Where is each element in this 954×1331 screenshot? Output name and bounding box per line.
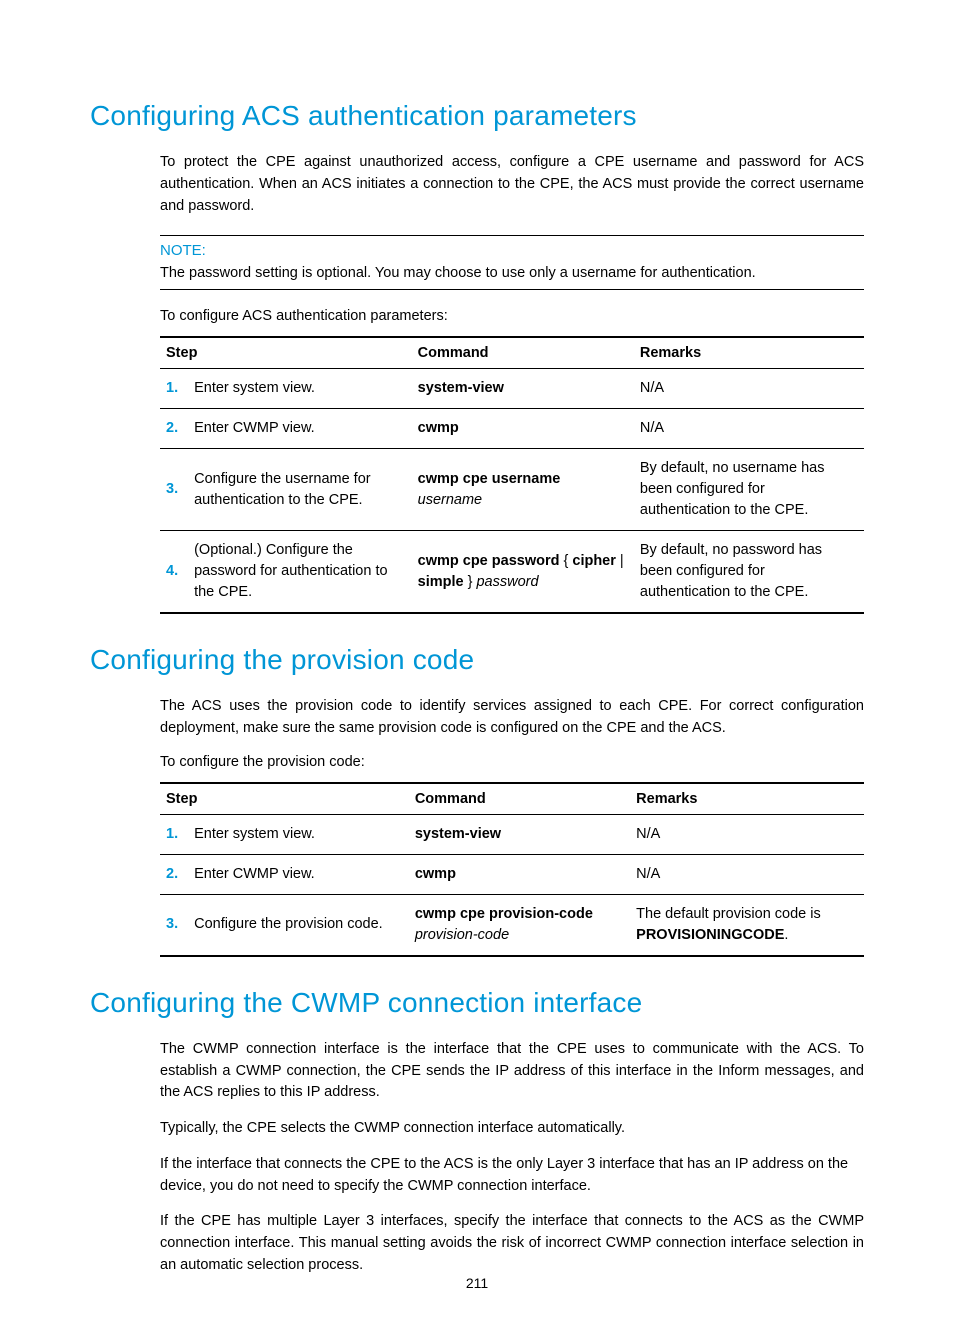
- paragraph: If the CPE has multiple Layer 3 interfac…: [90, 1211, 864, 1276]
- step-number: 2.: [160, 409, 188, 449]
- col-header-remarks: Remarks: [630, 783, 864, 815]
- cmd-text: system-view: [415, 826, 501, 842]
- acs-auth-table: Step Command Remarks 1. Enter system vie…: [160, 336, 864, 614]
- cmd-text: cwmp cpe provision-code: [415, 906, 593, 922]
- step-desc: Configure the provision code.: [188, 894, 409, 956]
- cmd-text: }: [464, 574, 477, 590]
- lead-in-text: To configure the provision code:: [90, 754, 864, 770]
- col-header-step: Step: [160, 337, 412, 369]
- lead-in-text: To configure ACS authentication paramete…: [90, 308, 864, 324]
- step-number: 4.: [160, 531, 188, 614]
- step-number: 1.: [160, 814, 188, 854]
- step-desc: Configure the username for authenticatio…: [188, 449, 412, 531]
- step-remarks: N/A: [634, 369, 864, 409]
- heading-acs-auth: Configuring ACS authentication parameter…: [90, 100, 864, 132]
- step-number: 3.: [160, 894, 188, 956]
- step-desc: Enter system view.: [188, 369, 412, 409]
- note-box: NOTE: The password setting is optional. …: [160, 235, 864, 290]
- paragraph: If the interface that connects the CPE t…: [90, 1154, 864, 1198]
- cmd-text: cwmp: [415, 866, 456, 882]
- provision-code-table: Step Command Remarks 1. Enter system vie…: [160, 782, 864, 957]
- step-command: cwmp cpe provision-code provision-code: [409, 894, 630, 956]
- cmd-text: system-view: [418, 380, 504, 396]
- remarks-text: .: [784, 927, 788, 943]
- step-desc: Enter CWMP view.: [188, 409, 412, 449]
- step-number: 2.: [160, 854, 188, 894]
- step-number: 3.: [160, 449, 188, 531]
- step-remarks: N/A: [630, 814, 864, 854]
- table-row: 1. Enter system view. system-view N/A: [160, 369, 864, 409]
- step-remarks: By default, no password has been configu…: [634, 531, 864, 614]
- table-row: 3. Configure the provision code. cwmp cp…: [160, 894, 864, 956]
- paragraph: Typically, the CPE selects the CWMP conn…: [90, 1118, 864, 1140]
- table-row: 4. (Optional.) Configure the password fo…: [160, 531, 864, 614]
- remarks-text: The default provision code is: [636, 906, 821, 922]
- cmd-text: cwmp cpe username: [418, 471, 561, 487]
- step-remarks: By default, no username has been configu…: [634, 449, 864, 531]
- cmd-text: |: [616, 553, 624, 569]
- cmd-arg: provision-code: [415, 927, 509, 943]
- cmd-arg: username: [418, 492, 482, 508]
- step-command: cwmp cpe password { cipher | simple } pa…: [412, 531, 634, 614]
- step-command: cwmp: [412, 409, 634, 449]
- document-page: Configuring ACS authentication parameter…: [0, 0, 954, 1331]
- table-header-row: Step Command Remarks: [160, 783, 864, 815]
- table-header-row: Step Command Remarks: [160, 337, 864, 369]
- page-number: 211: [0, 1275, 954, 1291]
- cmd-arg: password: [476, 574, 538, 590]
- step-desc: (Optional.) Configure the password for a…: [188, 531, 412, 614]
- step-command: system-view: [412, 369, 634, 409]
- heading-provision-code: Configuring the provision code: [90, 644, 864, 676]
- table-row: 2. Enter CWMP view. cwmp N/A: [160, 409, 864, 449]
- col-header-command: Command: [409, 783, 630, 815]
- cmd-text: cipher: [572, 553, 616, 569]
- heading-cwmp-interface: Configuring the CWMP connection interfac…: [90, 987, 864, 1019]
- paragraph: The CWMP connection interface is the int…: [90, 1039, 864, 1104]
- paragraph: To protect the CPE against unauthorized …: [90, 152, 864, 217]
- note-label: NOTE:: [160, 242, 864, 259]
- remarks-bold: PROVISIONINGCODE: [636, 927, 784, 943]
- step-remarks: N/A: [634, 409, 864, 449]
- cmd-text: cwmp: [418, 420, 459, 436]
- cmd-text: simple: [418, 574, 464, 590]
- step-remarks: N/A: [630, 854, 864, 894]
- step-command: cwmp: [409, 854, 630, 894]
- step-command: system-view: [409, 814, 630, 854]
- table-row: 3. Configure the username for authentica…: [160, 449, 864, 531]
- step-desc: Enter system view.: [188, 814, 409, 854]
- step-command: cwmp cpe username username: [412, 449, 634, 531]
- col-header-command: Command: [412, 337, 634, 369]
- table-row: 1. Enter system view. system-view N/A: [160, 814, 864, 854]
- step-remarks: The default provision code is PROVISIONI…: [630, 894, 864, 956]
- col-header-remarks: Remarks: [634, 337, 864, 369]
- paragraph: The ACS uses the provision code to ident…: [90, 696, 864, 740]
- note-text: The password setting is optional. You ma…: [160, 265, 864, 281]
- table-row: 2. Enter CWMP view. cwmp N/A: [160, 854, 864, 894]
- col-header-step: Step: [160, 783, 409, 815]
- step-desc: Enter CWMP view.: [188, 854, 409, 894]
- step-number: 1.: [160, 369, 188, 409]
- cmd-text: cwmp cpe password: [418, 553, 564, 569]
